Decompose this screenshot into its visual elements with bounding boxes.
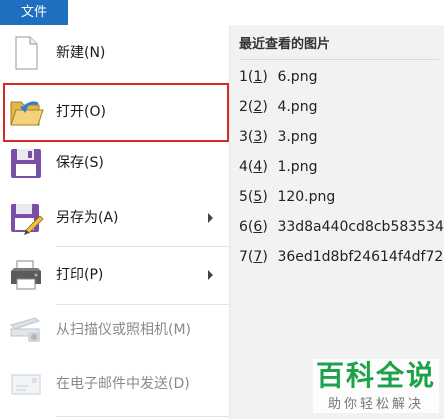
- recent-item-accelerator: 1: [253, 69, 263, 85]
- email-label: 在电子邮件中发送(D): [56, 376, 190, 392]
- menu-separator: [56, 246, 229, 247]
- recent-item[interactable]: 6(6) 33d8a440cd8cb583534: [239, 212, 444, 242]
- submenu-arrow-icon: [208, 270, 213, 280]
- save-label: 保存(S): [56, 155, 104, 171]
- watermark-logo: 百科全说 助你轻松解决: [313, 359, 439, 413]
- recent-item-number: 1: [239, 69, 248, 85]
- recent-item-accelerator: 6: [253, 219, 263, 235]
- ribbon-tab-bar: 文件: [0, 0, 444, 25]
- recent-item-filename: 120.png: [277, 189, 336, 205]
- open-menu-item[interactable]: 打开(O): [3, 83, 229, 142]
- save-menu-item[interactable]: 保存(S): [0, 138, 229, 188]
- print-label: 打印(P): [56, 267, 104, 283]
- save-floppy-icon: [8, 145, 44, 181]
- save-as-icon: [8, 200, 44, 236]
- new-document-icon: [8, 35, 44, 71]
- submenu-arrow-icon: [208, 213, 213, 223]
- recent-item-number: 5: [239, 189, 248, 205]
- recent-item-accelerator: 7: [253, 249, 263, 265]
- recent-item-accelerator: 5: [253, 189, 263, 205]
- recent-item-filename: 3.png: [277, 129, 318, 145]
- recent-item-number: 6: [239, 219, 248, 235]
- recent-item-number: 4: [239, 159, 248, 175]
- recent-item-number: 2: [239, 99, 248, 115]
- recent-pictures-title: 最近查看的图片: [239, 37, 331, 52]
- scanner-label: 从扫描仪或照相机(M): [56, 322, 192, 338]
- recent-item-number: 7: [239, 249, 248, 265]
- file-tab[interactable]: 文件: [0, 0, 68, 25]
- watermark-subtitle: 助你轻松解决: [327, 397, 424, 412]
- recent-item-filename: 33d8a440cd8cb583534: [277, 219, 444, 235]
- new-label: 新建(N): [56, 45, 106, 61]
- recent-item-accelerator: 4: [253, 159, 263, 175]
- menu-separator: [56, 416, 229, 417]
- recent-item[interactable]: 1(1) 6.png: [239, 62, 444, 92]
- open-folder-icon: [8, 94, 44, 130]
- recent-pictures-panel: 最近查看的图片 1(1) 6.png 2(2) 4.png 3(3) 3.png…: [229, 25, 444, 419]
- recent-item[interactable]: 5(5) 120.png: [239, 182, 444, 212]
- recent-item[interactable]: 2(2) 4.png: [239, 92, 444, 122]
- open-label: 打开(O): [56, 104, 106, 120]
- recent-item-number: 3: [239, 129, 248, 145]
- recent-item-filename: 6.png: [277, 69, 318, 85]
- email-icon: [8, 366, 44, 402]
- recent-item-filename: 36ed1d8bf24614f4df72: [277, 249, 444, 265]
- recent-item[interactable]: 7(7) 36ed1d8bf24614f4df72: [239, 242, 444, 272]
- save-as-menu-item[interactable]: 另存为(A): [0, 193, 229, 243]
- recent-item-filename: 4.png: [277, 99, 318, 115]
- recent-item-accelerator: 2: [253, 99, 263, 115]
- file-menu: 新建(N) 打开(O) 保存(S) 另存为(A) 打印(P) 从扫描仪或照相机(…: [0, 25, 229, 419]
- recent-separator: [239, 59, 439, 60]
- printer-icon: [8, 257, 44, 293]
- scanner-menu-item[interactable]: 从扫描仪或照相机(M): [0, 305, 229, 355]
- print-menu-item[interactable]: 打印(P): [0, 250, 229, 300]
- scanner-icon: [8, 312, 44, 348]
- email-menu-item[interactable]: 在电子邮件中发送(D): [0, 359, 229, 409]
- new-menu-item[interactable]: 新建(N): [0, 28, 229, 78]
- watermark-title: 百科全说: [315, 359, 436, 392]
- recent-item-filename: 1.png: [277, 159, 318, 175]
- save-as-label: 另存为(A): [56, 210, 119, 226]
- recent-item[interactable]: 4(4) 1.png: [239, 152, 444, 182]
- recent-item-accelerator: 3: [253, 129, 263, 145]
- recent-item[interactable]: 3(3) 3.png: [239, 122, 444, 152]
